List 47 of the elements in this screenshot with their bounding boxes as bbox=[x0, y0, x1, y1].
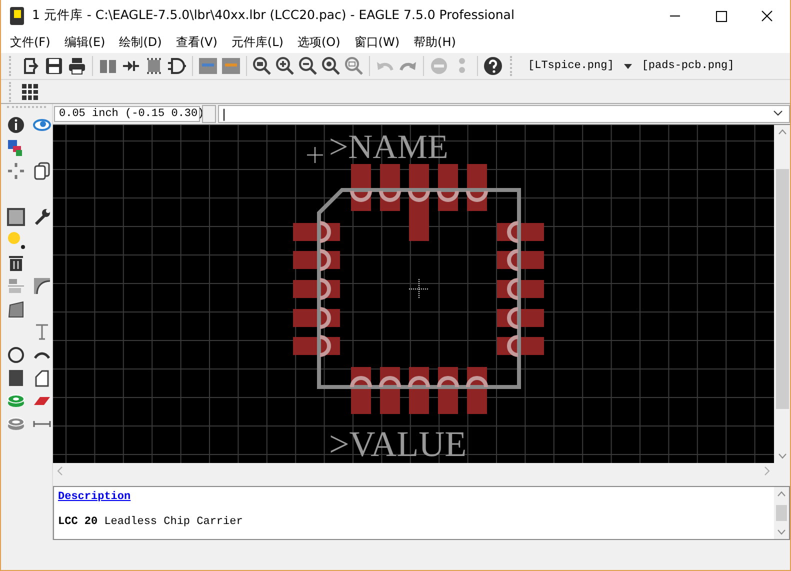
save-icon[interactable] bbox=[44, 56, 64, 76]
description-text: LCC 20 Leadless Chip Carrier bbox=[58, 516, 244, 528]
description-scrollbar[interactable] bbox=[774, 487, 789, 539]
origin-cross-icon bbox=[306, 146, 324, 164]
help-icon[interactable] bbox=[483, 56, 503, 76]
command-toggle[interactable] bbox=[202, 105, 216, 123]
crosshair-icon bbox=[408, 278, 430, 300]
redraw-icon[interactable] bbox=[321, 56, 341, 76]
menu-item[interactable]: 文件(F) bbox=[3, 34, 58, 50]
wrench-icon[interactable] bbox=[32, 207, 52, 227]
dropdown-caret-icon[interactable] bbox=[622, 62, 633, 70]
name-label: >NAME bbox=[329, 129, 448, 166]
menu-item[interactable]: 绘制(D) bbox=[112, 34, 169, 50]
layout-canvas[interactable]: >NAME >VALUE bbox=[53, 125, 774, 463]
zoom-fit-icon[interactable] bbox=[252, 56, 272, 76]
copy-icon[interactable] bbox=[32, 161, 52, 181]
command-field[interactable]: | bbox=[218, 105, 790, 123]
zoom-in-icon[interactable] bbox=[275, 56, 295, 76]
rectangle-icon[interactable] bbox=[6, 368, 26, 388]
script-button[interactable]: [pads-pcb.png] bbox=[636, 58, 740, 74]
script-button[interactable]: [LTspice.png] bbox=[522, 58, 620, 74]
dot-icon[interactable] bbox=[6, 230, 26, 250]
dropdown-caret-icon[interactable] bbox=[773, 110, 783, 118]
info-icon[interactable] bbox=[6, 115, 26, 135]
grid-icon[interactable] bbox=[20, 82, 40, 102]
menu-item[interactable]: 查看(V) bbox=[168, 34, 224, 50]
grid-coordinates: 0.05 inch (-0.15 0.30) bbox=[54, 106, 200, 122]
trash-icon[interactable] bbox=[6, 253, 26, 273]
menu-item[interactable]: 窗口(W) bbox=[347, 34, 407, 50]
ulp-icon[interactable] bbox=[221, 56, 241, 76]
miter-icon[interactable] bbox=[32, 276, 52, 296]
print-icon[interactable] bbox=[67, 56, 87, 76]
menu-item[interactable]: 编辑(E) bbox=[57, 34, 112, 50]
gate-icon[interactable] bbox=[167, 56, 187, 76]
square-icon[interactable] bbox=[6, 207, 26, 227]
menu-item[interactable]: 帮助(H) bbox=[406, 34, 463, 50]
move-icon[interactable] bbox=[6, 161, 26, 181]
value-label: >VALUE bbox=[329, 424, 467, 463]
menu-item[interactable]: 选项(O) bbox=[290, 34, 348, 50]
menu-item[interactable]: 元件库(L) bbox=[224, 34, 290, 50]
app-icon bbox=[10, 6, 24, 24]
zoom-out-icon[interactable] bbox=[298, 56, 318, 76]
description-link[interactable]: Description bbox=[58, 491, 131, 503]
window-title: 1 元件库 - C:\EAGLE-7.5.0\lbr\40xx.lbr (LCC20.pac) - EAGLE 7.5.0 Professional bbox=[32, 7, 514, 24]
script-icon[interactable] bbox=[198, 56, 218, 76]
circle-icon[interactable] bbox=[6, 345, 26, 365]
open-icon[interactable] bbox=[21, 56, 41, 76]
